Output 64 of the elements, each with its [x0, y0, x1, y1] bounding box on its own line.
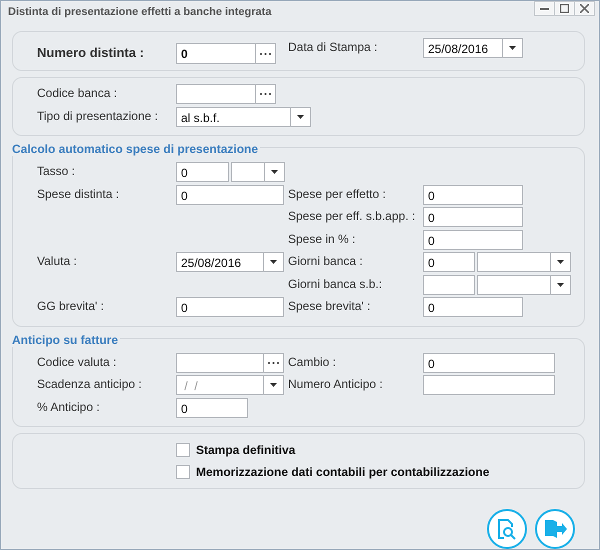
date-field[interactable]: 25/08/2016	[176, 252, 284, 272]
section-title: Anticipo su fatture	[12, 332, 120, 346]
field-label: Cambio :	[288, 354, 338, 368]
caret-icon	[557, 260, 564, 264]
caret-icon	[297, 114, 304, 118]
text-field[interactable]: 0	[423, 352, 555, 372]
window-title: Distinta di presentazione effetti a banche integrata	[8, 6, 272, 18]
field-label: Numero distinta :	[37, 44, 145, 60]
checkbox[interactable]	[176, 443, 190, 457]
text-field[interactable]: 0	[176, 297, 284, 317]
dropdown-field[interactable]	[477, 252, 571, 272]
dropdown-field[interactable]: al s.b.f.	[176, 106, 311, 126]
maximize-button[interactable]	[554, 1, 575, 16]
section-title: Calcolo automatico spese di presentazione	[12, 142, 260, 156]
caret-icon	[509, 46, 516, 50]
field-label: Giorni banca s.b.:	[288, 276, 384, 290]
text-field[interactable]	[423, 375, 555, 395]
field-label: Data di Stampa :	[288, 39, 378, 54]
close-button[interactable]	[574, 1, 595, 16]
text-field[interactable]: 0	[176, 184, 284, 204]
field-label: % Anticipo :	[37, 398, 101, 414]
lookup-field[interactable]	[176, 84, 276, 104]
field-label: Valuta :	[37, 253, 78, 268]
maximize-icon	[560, 4, 569, 13]
preview-button[interactable]	[487, 509, 527, 549]
document-search-icon	[496, 517, 518, 541]
text-field[interactable]: 0	[423, 297, 523, 317]
caret-icon	[270, 260, 277, 264]
field-label: Spese per effetto :	[288, 186, 387, 200]
field-label: Codice banca :	[37, 85, 118, 100]
text-field[interactable]: 0	[176, 162, 229, 182]
checkbox-label: Stampa definitiva	[196, 443, 296, 457]
field-label: Spese distinta :	[37, 186, 120, 200]
text-field[interactable]: 0	[423, 184, 523, 204]
date-field[interactable]: 25/08/2016	[423, 38, 523, 58]
caret-icon	[271, 170, 278, 174]
caret-icon	[557, 282, 564, 286]
minimize-button[interactable]	[534, 1, 555, 16]
text-field[interactable]: 0	[423, 230, 523, 250]
text-field[interactable]: 0	[423, 252, 475, 272]
field-label: Tipo di presentazione :	[37, 108, 159, 122]
minimize-icon	[540, 8, 549, 10]
field-label: Numero Anticipo :	[288, 376, 384, 391]
field-label: Codice valuta :	[37, 354, 118, 368]
field-label: Scadenza anticipo :	[37, 376, 143, 391]
lookup-field[interactable]	[176, 352, 284, 372]
exit-button[interactable]	[535, 509, 575, 549]
text-field[interactable]: 0	[176, 398, 248, 418]
field-label: Giorni banca :	[288, 253, 364, 268]
dropdown-field[interactable]	[231, 162, 285, 182]
field-label: GG brevita' :	[37, 298, 105, 313]
exit-door-icon	[543, 518, 567, 540]
dropdown-field[interactable]	[477, 274, 571, 294]
text-field[interactable]	[423, 274, 475, 294]
checkbox[interactable]	[176, 465, 190, 479]
field-label: Spese in % :	[288, 230, 356, 246]
caret-icon	[270, 383, 277, 387]
close-icon	[580, 4, 589, 13]
field-label: Tasso :	[37, 163, 76, 178]
field-label: Spese brevita' :	[288, 298, 372, 313]
checkbox-label: Memorizzazione dati contabili per contabilizzazione	[196, 465, 490, 479]
text-field[interactable]: 0	[423, 207, 523, 227]
lookup-field[interactable]: 0	[176, 43, 276, 64]
field-label: Spese per eff. s.b.app. :	[288, 208, 416, 223]
